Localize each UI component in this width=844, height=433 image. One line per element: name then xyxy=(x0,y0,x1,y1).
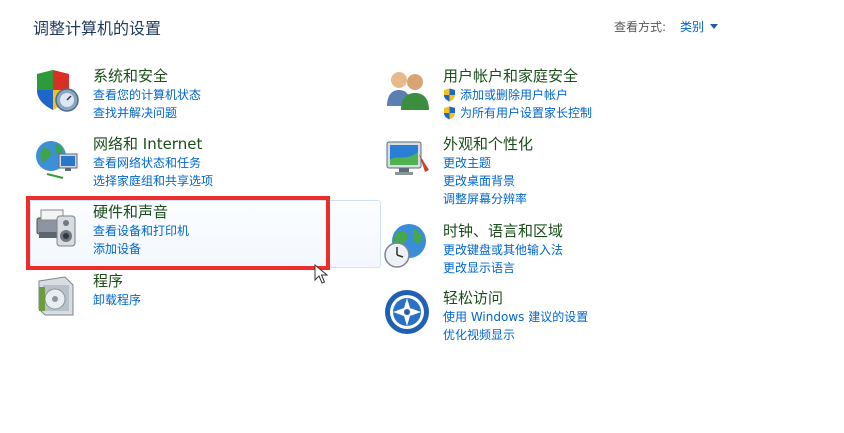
caret-down-icon xyxy=(710,24,718,29)
category-title[interactable]: 网络和 Internet xyxy=(93,134,213,154)
link-change-theme[interactable]: 更改主题 xyxy=(443,154,533,172)
view-by-label: 查看方式: xyxy=(613,20,666,34)
link-optimize-display[interactable]: 优化视频显示 xyxy=(443,326,588,344)
category-system-security[interactable]: 系统和安全 查看您的计算机状态 查找并解决问题 xyxy=(33,66,201,122)
monitor-paint-icon xyxy=(386,141,429,175)
page-title: 调整计算机的设置 xyxy=(33,19,162,38)
link-text: 添加或删除用户帐户 xyxy=(460,88,569,102)
link-display-language[interactable]: 更改显示语言 xyxy=(443,259,563,277)
link-windows-recommended[interactable]: 使用 Windows 建议的设置 xyxy=(443,308,588,326)
link-uninstall-program[interactable]: 卸载程序 xyxy=(93,291,141,309)
category-title[interactable]: 程序 xyxy=(93,271,141,291)
view-by-value: 类别 xyxy=(679,20,704,34)
link-desktop-background[interactable]: 更改桌面背景 xyxy=(443,172,533,190)
shield-icon xyxy=(37,70,79,112)
view-by: 查看方式: 类别 xyxy=(614,18,718,35)
category-clock-language[interactable]: 时钟、语言和区域 更改键盘或其他输入法 更改显示语言 xyxy=(383,221,563,277)
category-network-internet[interactable]: 网络和 Internet 查看网络状态和任务 选择家庭组和共享选项 xyxy=(33,134,213,190)
category-ease-of-access[interactable]: 轻松访问 使用 Windows 建议的设置 优化视频显示 xyxy=(383,288,588,344)
category-appearance[interactable]: 外观和个性化 更改主题 更改桌面背景 调整屏幕分辨率 xyxy=(383,134,533,208)
category-user-accounts[interactable]: 用户帐户和家庭安全 添加或删除用户帐户 为所有用户设置家长控制 xyxy=(383,66,592,122)
link-screen-resolution[interactable]: 调整屏幕分辨率 xyxy=(443,190,533,208)
view-by-dropdown[interactable]: 类别 xyxy=(680,18,718,35)
link-homegroup-sharing[interactable]: 选择家庭组和共享选项 xyxy=(93,172,213,190)
category-title[interactable]: 外观和个性化 xyxy=(443,134,533,154)
uac-shield-icon xyxy=(444,106,455,120)
category-title[interactable]: 轻松访问 xyxy=(443,288,588,308)
uac-shield-icon xyxy=(444,88,455,102)
control-panel-page: 调整计算机的设置 查看方式: 类别 系统和安全 查看您的计算机状态 查找并解决问… xyxy=(0,0,844,433)
programs-box-icon xyxy=(38,276,74,316)
category-title[interactable]: 时钟、语言和区域 xyxy=(443,221,563,241)
category-title[interactable]: 系统和安全 xyxy=(93,66,201,86)
network-globe-icon xyxy=(36,141,78,179)
link-view-computer-status[interactable]: 查看您的计算机状态 xyxy=(93,86,201,104)
users-icon xyxy=(387,72,429,110)
link-add-remove-accounts[interactable]: 添加或删除用户帐户 xyxy=(443,86,592,104)
link-keyboard-input[interactable]: 更改键盘或其他输入法 xyxy=(443,241,563,259)
category-title[interactable]: 用户帐户和家庭安全 xyxy=(443,66,592,86)
ease-of-access-icon xyxy=(385,290,429,334)
link-text: 为所有用户设置家长控制 xyxy=(460,106,593,120)
link-network-status[interactable]: 查看网络状态和任务 xyxy=(93,154,213,172)
link-find-fix-problems[interactable]: 查找并解决问题 xyxy=(93,104,201,122)
highlight-annotation xyxy=(26,196,330,270)
mouse-cursor-icon xyxy=(314,264,329,284)
globe-clock-icon xyxy=(384,224,426,268)
link-parental-controls[interactable]: 为所有用户设置家长控制 xyxy=(443,104,592,122)
category-programs[interactable]: 程序 卸载程序 xyxy=(33,271,141,319)
